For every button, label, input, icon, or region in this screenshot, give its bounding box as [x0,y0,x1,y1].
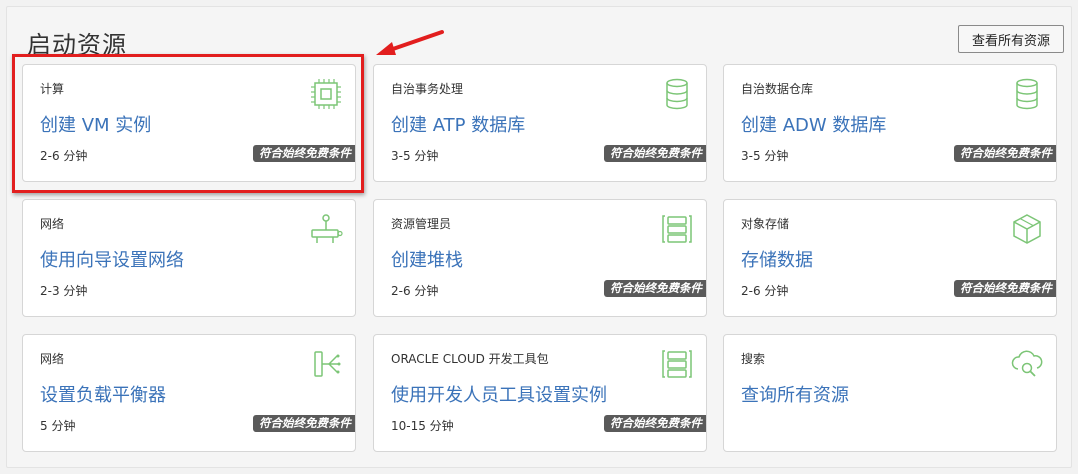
card-action-link[interactable]: 设置负载平衡器 [40,381,166,407]
card-category: 自治数据仓库 [741,82,814,96]
card-time: 2-3 分钟 [40,284,88,298]
card-create-adw-database[interactable]: 自治数据仓库 创建 ADW 数据库 3-5 分钟 符合始终免费条件 [723,64,1057,182]
card-action-link[interactable]: 存储数据 [741,246,813,272]
card-create-atp-database[interactable]: 自治事务处理 创建 ATP 数据库 3-5 分钟 符合始终免费条件 [373,64,707,182]
card-setup-network-wizard[interactable]: 网络 使用向导设置网络 2-3 分钟 [22,199,356,317]
always-free-badge: 符合始终免费条件 [604,145,706,162]
card-time: 3-5 分钟 [391,149,439,163]
card-time: 2-6 分钟 [391,284,439,298]
card-create-vm-instance[interactable]: 计算 创建 VM 实例 2-6 分钟 符合始终免费条件 [22,64,356,182]
card-action-link[interactable]: 创建 ADW 数据库 [741,111,886,137]
card-category: 对象存储 [741,217,790,231]
always-free-badge: 符合始终免费条件 [604,280,706,297]
card-category: 搜索 [741,352,766,366]
card-action-link[interactable]: 使用向导设置网络 [40,246,184,272]
stack-icon [662,215,692,243]
card-create-stack[interactable]: 资源管理员 创建堆栈 2-6 分钟 符合始终免费条件 [373,199,707,317]
card-time: 5 分钟 [40,419,76,433]
card-time: 2-6 分钟 [40,149,88,163]
card-category: 自治事务处理 [391,82,464,96]
red-arrow-annotation [376,30,444,55]
card-category: 资源管理员 [391,217,452,231]
card-action-link[interactable]: 创建 ATP 数据库 [391,111,525,137]
card-category: 网络 [40,217,65,231]
card-time: 3-5 分钟 [741,149,789,163]
card-time: 2-6 分钟 [741,284,789,298]
network-icon [311,214,343,243]
card-category: 网络 [40,352,65,366]
card-time: 10-15 分钟 [391,419,454,433]
storage-box-icon [1013,214,1041,244]
always-free-badge: 符合始终免费条件 [954,145,1056,162]
always-free-badge: 符合始终免费条件 [604,415,706,432]
card-action-link[interactable]: 查询所有资源 [741,381,849,407]
stack-icon [662,350,692,378]
database-icon [666,78,688,110]
card-dev-tools-instance[interactable]: ORACLE CLOUD 开发工具包 使用开发人员工具设置实例 10-15 分钟… [373,334,707,452]
load-balancer-icon [314,351,341,377]
chip-icon [311,79,341,109]
view-all-resources-button[interactable]: 查看所有资源 [958,25,1064,53]
always-free-badge: 符合始终免费条件 [253,415,355,432]
card-store-data[interactable]: 对象存储 存储数据 2-6 分钟 符合始终免费条件 [723,199,1057,317]
cloud-search-icon [1011,350,1043,377]
card-action-link[interactable]: 使用开发人员工具设置实例 [391,381,607,407]
always-free-badge: 符合始终免费条件 [954,280,1056,297]
card-category: 计算 [40,82,65,96]
always-free-badge: 符合始终免费条件 [253,145,355,162]
card-query-all-resources[interactable]: 搜索 查询所有资源 [723,334,1057,452]
page-title: 启动资源 [27,31,127,59]
card-category: ORACLE CLOUD 开发工具包 [391,352,549,366]
database-icon [1016,78,1038,110]
card-setup-load-balancer[interactable]: 网络 设置负载平衡器 5 分钟 符合始终免费条件 [22,334,356,452]
card-action-link[interactable]: 创建 VM 实例 [40,111,151,137]
card-action-link[interactable]: 创建堆栈 [391,246,463,272]
